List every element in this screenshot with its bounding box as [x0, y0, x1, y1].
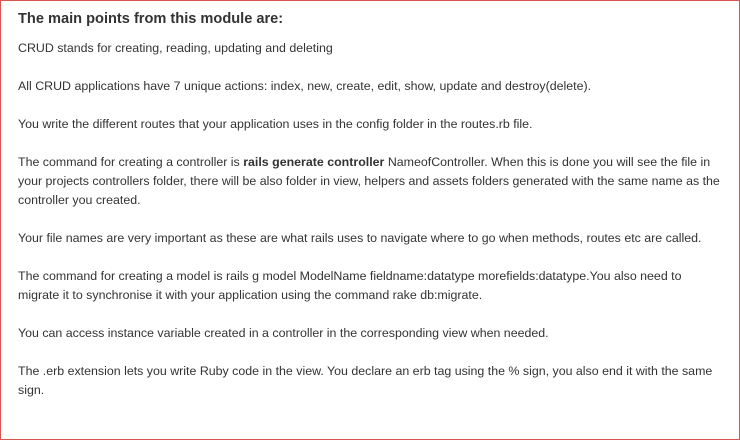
module-heading: The main points from this module are: — [18, 11, 284, 27]
content-panel: The main points from this module are: CR… — [0, 0, 740, 440]
controller-text-before: The command for creating a controller is — [18, 155, 244, 169]
point-controller: The command for creating a controller is… — [18, 153, 723, 210]
controller-command: rails generate controller — [243, 155, 385, 169]
point-routes: You write the different routes that your… — [18, 117, 533, 131]
module-summary: The main points from this module are: CR… — [18, 10, 723, 419]
point-model: The command for creating a model is rail… — [18, 269, 682, 302]
point-erb: The .erb extension lets you write Ruby c… — [18, 364, 713, 397]
point-crud: CRUD stands for creating, reading, updat… — [18, 41, 333, 55]
point-file-names: Your file names are very important as th… — [18, 231, 702, 245]
point-instance: You can access instance variable created… — [18, 326, 549, 340]
point-actions: All CRUD applications have 7 unique acti… — [18, 79, 592, 93]
